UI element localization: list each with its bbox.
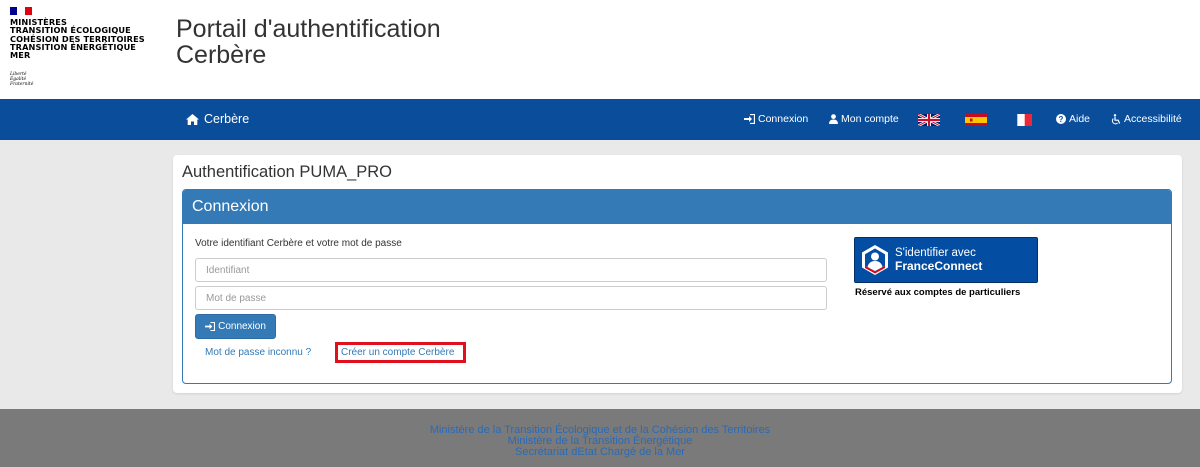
sign-in-icon [205, 322, 216, 331]
login-box: Connexion Votre identifiant Cerbère et v… [182, 189, 1172, 384]
nav-accessibilite-label: Accessibilité [1124, 113, 1182, 125]
connexion-button[interactable]: Connexion [195, 314, 276, 339]
sign-in-icon [744, 114, 755, 124]
ministry-line: TRANSITION ÉNERGÉTIQUE [10, 41, 137, 52]
home-link[interactable]: Cerbère [186, 112, 249, 126]
footer-link-ministere-ecologie[interactable]: Ministère de la Transition Écologique et… [0, 425, 1200, 436]
nav-mon-compte-label: Mon compte [841, 113, 899, 125]
create-account-link[interactable]: Créer un compte Cerbère [341, 347, 454, 358]
franceconnect-line1: S'identifier avec [895, 246, 976, 259]
login-box-heading: Connexion [183, 190, 1171, 224]
home-icon [186, 113, 199, 125]
user-icon [829, 114, 838, 124]
french-flag-icon[interactable] [1010, 114, 1032, 126]
nav-connexion[interactable]: Connexion [744, 113, 808, 125]
footer-link-secretariat-mer[interactable]: Secrétariat dEtat Chargé de la Mer [0, 447, 1200, 458]
ministry-logo-text: MINISTÈRES TRANSITION ÉCOLOGIQUE COHÉSIO… [10, 18, 145, 61]
republique-francaise-logo [10, 7, 32, 15]
nav-aide-label: Aide [1069, 113, 1091, 125]
spanish-flag-icon[interactable] [965, 114, 987, 126]
nav-mon-compte[interactable]: Mon compte [829, 113, 899, 125]
motto-line: Fraternité [10, 82, 34, 87]
forgot-password-link[interactable]: Mot de passe inconnu ? [205, 347, 311, 358]
accessibility-icon [1111, 113, 1121, 124]
nav-connexion-label: Connexion [758, 113, 809, 125]
password-input[interactable] [195, 286, 827, 310]
english-flag-icon[interactable] [918, 114, 940, 126]
identifiant-input[interactable] [195, 258, 827, 282]
site-header: MINISTÈRES TRANSITION ÉCOLOGIQUE COHÉSIO… [0, 0, 1200, 99]
franceconnect-button[interactable]: S'identifier avec FranceConnect [854, 237, 1038, 283]
question-circle-icon: ? [1056, 114, 1066, 124]
franceconnect-label: S'identifier avec FranceConnect [895, 247, 982, 274]
page-title-line2: Cerbère [176, 41, 267, 69]
auth-panel: Authentification PUMA_PRO Connexion Votr… [173, 155, 1182, 393]
top-navbar: Cerbère Connexion Mon compte ? Aide Acce… [0, 99, 1200, 140]
franceconnect-logo-icon [855, 237, 895, 283]
brand-label: Cerbère [204, 112, 250, 126]
republic-motto: Liberté Égalité Fraternité [10, 72, 33, 87]
auth-title: Authentification PUMA_PRO [182, 163, 393, 181]
page-title-line1: Portail d'authentification [176, 15, 441, 43]
footer-link-ministere-energie[interactable]: Ministère de la Transition Énergétique [0, 436, 1200, 447]
ministry-line: MER [10, 50, 31, 61]
connexion-button-label: Connexion [218, 321, 266, 332]
franceconnect-line2: FranceConnect [895, 258, 983, 273]
svg-text:?: ? [1059, 115, 1064, 124]
page-title: Portail d'authentification Cerbère [176, 16, 496, 68]
franceconnect-note: Réservé aux comptes de particuliers [855, 287, 1021, 298]
site-footer: Ministère de la Transition Écologique et… [0, 409, 1200, 467]
nav-accessibilite[interactable]: Accessibilité [1111, 113, 1182, 125]
login-intro-text: Votre identifiant Cerbère et votre mot d… [195, 238, 402, 249]
nav-aide[interactable]: ? Aide [1056, 113, 1090, 125]
